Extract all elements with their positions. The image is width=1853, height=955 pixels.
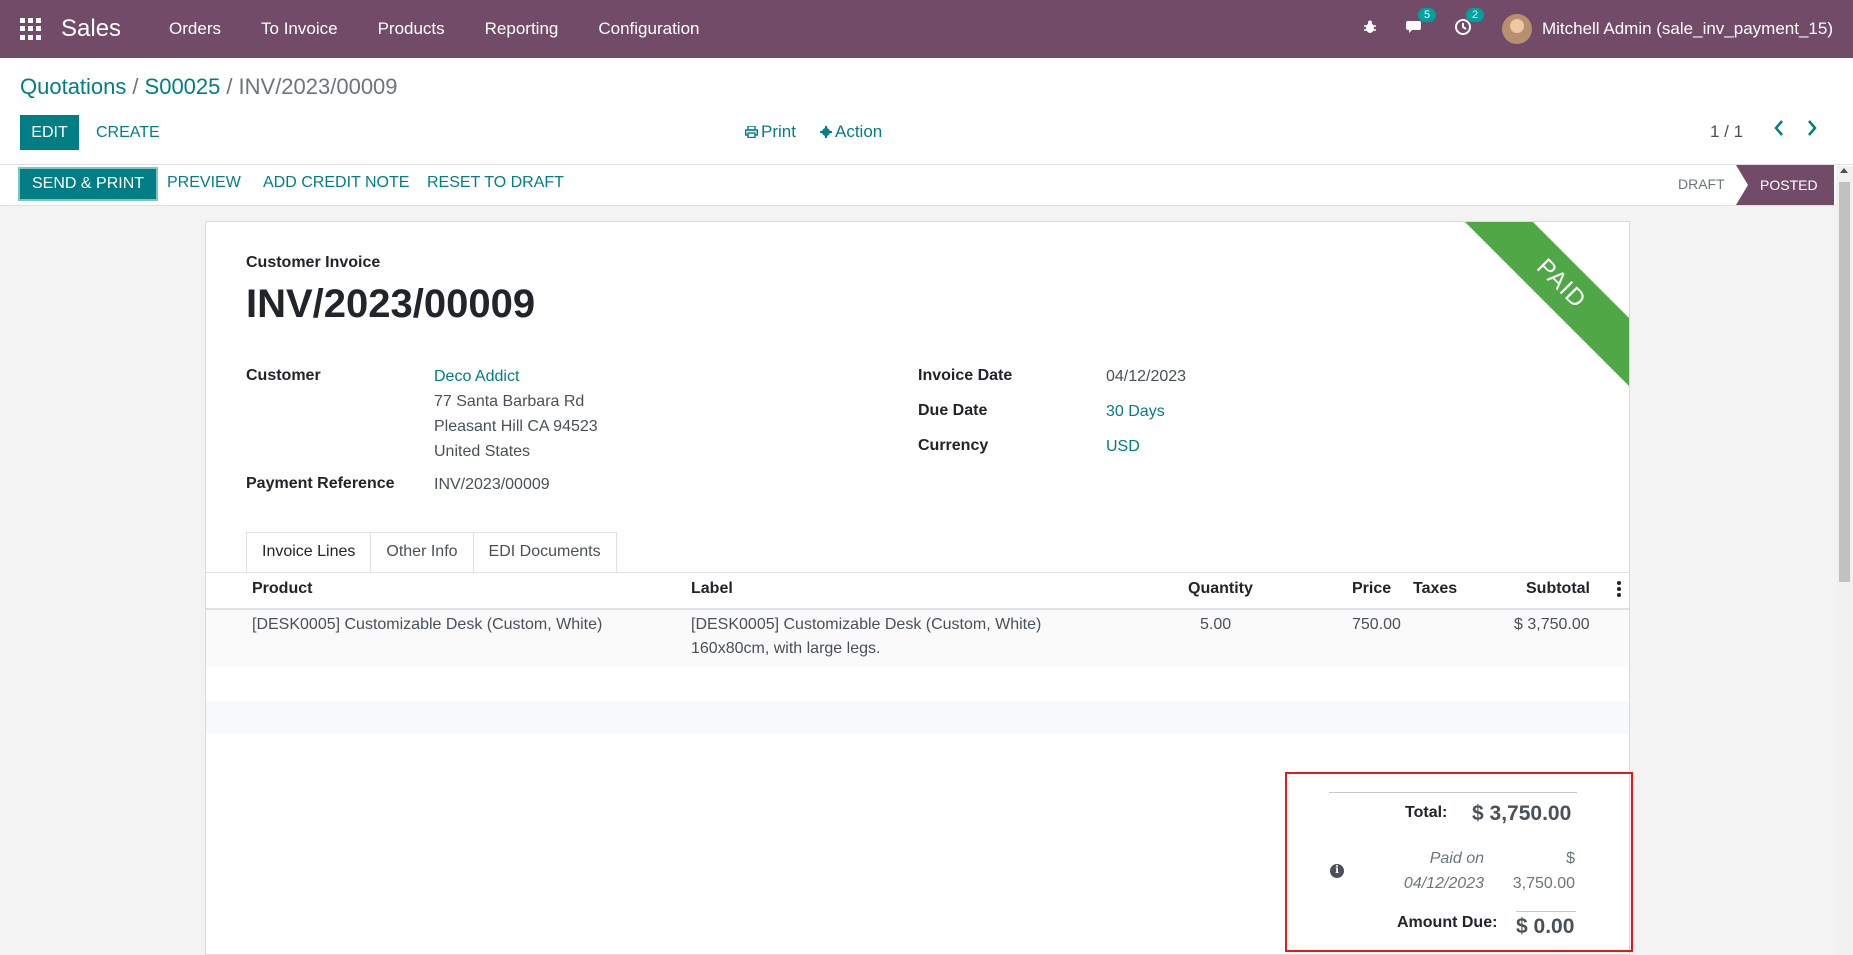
column-header-label[interactable]: Label — [691, 580, 733, 598]
row-subtotal: $ 3,750.00 — [1514, 616, 1590, 633]
state-draft[interactable]: DRAFT — [1678, 176, 1725, 192]
customer-label: Customer — [246, 367, 321, 384]
breadcrumb-quotations[interactable]: Quotations — [20, 74, 126, 99]
messages-badge: 5 — [1417, 7, 1437, 22]
currency-label: Currency — [918, 437, 989, 454]
paid-on-date: 04/12/2023 — [1403, 875, 1484, 892]
invoice-date-label: Invoice Date — [918, 367, 1013, 384]
breadcrumb: Quotations / S00025/INV/2023/00009 — [20, 74, 398, 100]
preview-button[interactable]: PREVIEW — [167, 174, 241, 192]
paid-amount-value: 3,750.00 — [1512, 875, 1575, 892]
activities-clock-icon[interactable]: 2 — [1454, 7, 1485, 41]
totals-divider — [1329, 792, 1577, 793]
tabs-divider — [206, 572, 1629, 573]
currency-value[interactable]: USD — [1106, 438, 1140, 456]
paid-on-text: Paid on — [1429, 850, 1484, 867]
breadcrumb-separator: / — [132, 74, 139, 99]
payment-info-icon[interactable]: i — [1330, 864, 1344, 878]
customer-address-country: United States — [434, 443, 531, 460]
notebook-tabs: Invoice Lines Other Info EDI Documents — [246, 532, 617, 572]
payment-reference-value: INV/2023/00009 — [434, 476, 550, 493]
customer-link[interactable]: Deco Addict — [434, 368, 519, 386]
send-and-print-button[interactable]: SEND & PRINT — [18, 167, 159, 201]
statusbar: SEND & PRINT PREVIEW ADD CREDIT NOTE RES… — [0, 165, 1853, 206]
print-icon — [744, 125, 759, 139]
column-header-price[interactable]: Price — [1352, 580, 1391, 598]
amount-due-divider — [1516, 911, 1576, 912]
action-button[interactable]: Action — [820, 122, 882, 142]
menu-reporting[interactable]: Reporting — [465, 19, 579, 39]
empty-table-row — [206, 701, 1629, 734]
tab-edi-documents[interactable]: EDI Documents — [472, 532, 617, 572]
scroll-up-arrow-icon[interactable] — [1840, 168, 1848, 173]
top-navbar: Sales Orders To Invoice Products Reporti… — [0, 0, 1853, 58]
invoice-date-value: 04/12/2023 — [1106, 368, 1187, 385]
add-credit-note-button[interactable]: ADD CREDIT NOTE — [263, 174, 409, 192]
activities-badge: 2 — [1465, 7, 1485, 22]
breadcrumb-sale-order[interactable]: S00025 — [145, 74, 221, 99]
user-avatar — [1501, 14, 1532, 44]
systray: 5 2 Mitchell Admin (sale_inv_payment_15) — [1348, 0, 1853, 58]
row-label-line2[interactable]: 160x80cm, with large legs. — [691, 640, 880, 658]
paid-currency: $ — [1566, 850, 1575, 867]
customer-address-street: 77 Santa Barbara Rd — [434, 393, 585, 410]
create-button[interactable]: CREATE — [96, 115, 160, 150]
control-panel: Quotations / S00025/INV/2023/00009 EDIT CR… — [0, 58, 1853, 165]
menu-to-invoice[interactable]: To Invoice — [241, 19, 358, 39]
tab-invoice-lines[interactable]: Invoice Lines — [246, 532, 372, 572]
print-label: Print — [761, 122, 796, 141]
tab-other-info[interactable]: Other Info — [370, 532, 474, 572]
amount-due-value: $ 0.00 — [1516, 915, 1575, 938]
total-label: Total: — [1405, 804, 1448, 821]
amount-due-label: Amount Due: — [1397, 914, 1498, 931]
print-button[interactable]: Print — [744, 122, 796, 142]
total-value: $ 3,750.00 — [1472, 802, 1572, 825]
gear-icon — [820, 126, 832, 138]
user-menu[interactable]: Mitchell Admin (sale_inv_payment_15) — [1501, 14, 1833, 44]
main-menu: Orders To Invoice Products Reporting Con… — [149, 19, 719, 39]
action-label: Action — [835, 122, 883, 141]
messages-icon[interactable]: 5 — [1405, 7, 1437, 41]
menu-configuration[interactable]: Configuration — [578, 19, 719, 39]
app-name[interactable]: Sales — [61, 15, 121, 43]
paid-ribbon: PAID — [1452, 222, 1629, 393]
invoice-number: INV/2023/00009 — [246, 282, 536, 326]
user-name: Mitchell Admin (sale_inv_payment_15) — [1541, 19, 1833, 38]
row-price[interactable]: 750.00 — [1352, 616, 1401, 634]
due-date-label: Due Date — [918, 402, 988, 419]
column-header-quantity[interactable]: Quantity — [1188, 580, 1253, 598]
document-type: Customer Invoice — [246, 254, 381, 271]
menu-orders[interactable]: Orders — [149, 19, 241, 39]
reset-to-draft-button[interactable]: RESET TO DRAFT — [427, 174, 564, 192]
breadcrumb-current: INV/2023/00009 — [238, 74, 398, 99]
pager-previous-icon[interactable] — [1773, 118, 1785, 144]
row-label-line1[interactable]: [DESK0005] Customizable Desk (Custom, Wh… — [691, 616, 1041, 634]
due-date-value[interactable]: 30 Days — [1106, 403, 1165, 421]
paid-on-label: Paid on 04/12/2023 — [1388, 846, 1484, 896]
row-quantity[interactable]: 5.00 — [1200, 616, 1231, 634]
scroll-thumb[interactable] — [1839, 182, 1850, 582]
menu-products[interactable]: Products — [358, 19, 465, 39]
row-product[interactable]: [DESK0005] Customizable Desk (Custom, Wh… — [252, 616, 602, 634]
customer-address-city: Pleasant Hill CA 94523 — [434, 418, 598, 435]
edit-button[interactable]: EDIT — [20, 115, 79, 150]
page-scrollbar[interactable] — [1836, 166, 1853, 955]
column-header-product[interactable]: Product — [252, 580, 312, 598]
state-posted[interactable]: POSTED — [1736, 165, 1834, 205]
pager-value[interactable]: 1 / 1 — [1710, 122, 1743, 142]
optional-columns-icon[interactable] — [1617, 581, 1621, 597]
payment-reference-label: Payment Reference — [246, 475, 395, 492]
column-header-taxes[interactable]: Taxes — [1413, 580, 1457, 598]
debug-bug-icon[interactable] — [1362, 19, 1378, 40]
breadcrumb-separator: / — [226, 74, 233, 99]
apps-menu-icon[interactable] — [20, 18, 42, 40]
paid-amount: $3,750.00 — [1500, 846, 1575, 896]
column-header-subtotal[interactable]: Subtotal — [1526, 580, 1590, 598]
pager-next-icon[interactable] — [1806, 118, 1818, 144]
